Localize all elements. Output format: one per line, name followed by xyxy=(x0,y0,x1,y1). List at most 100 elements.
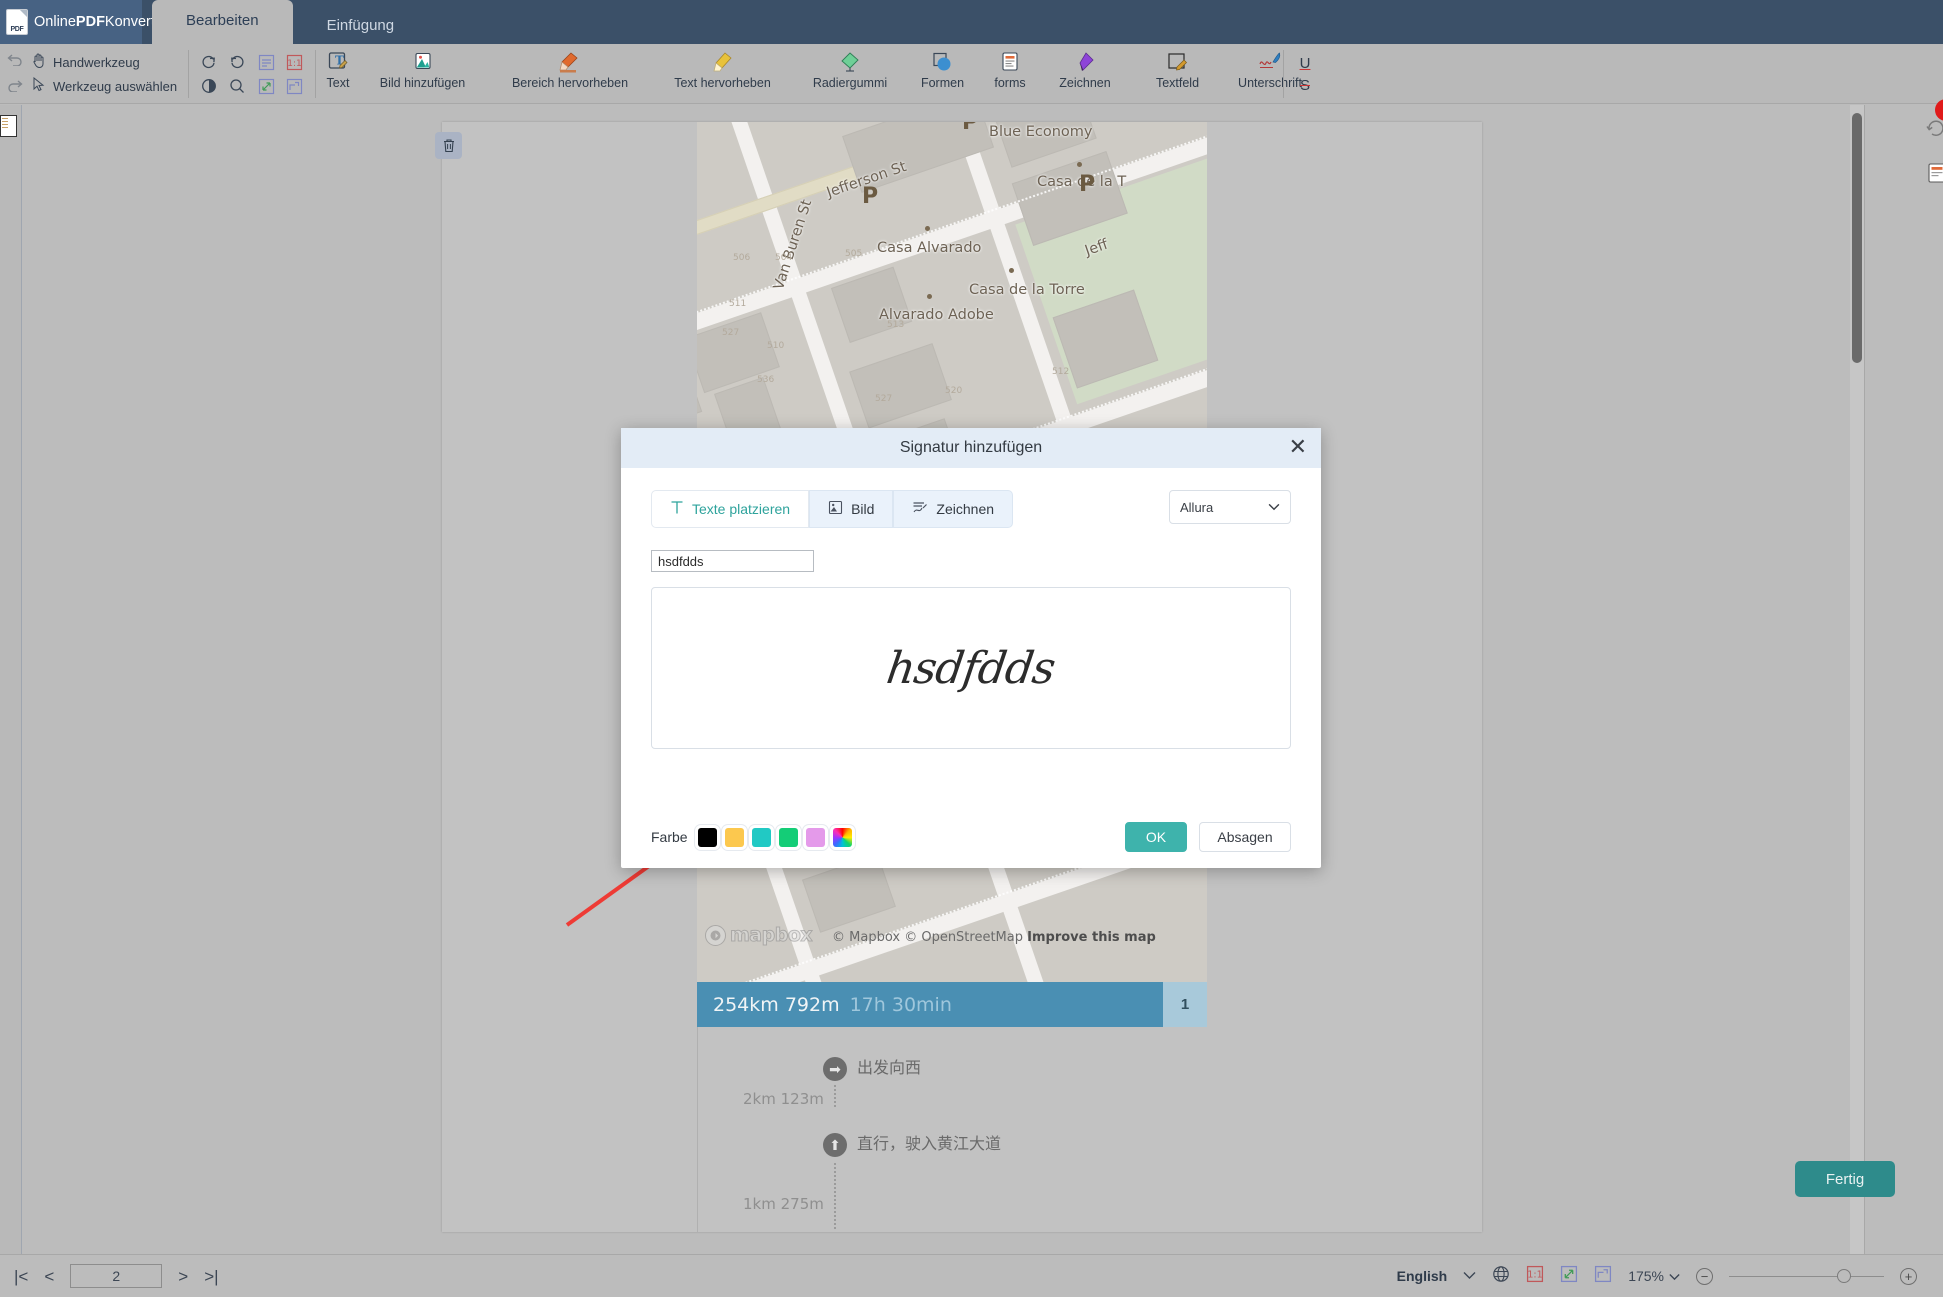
underline-button[interactable]: U xyxy=(1300,56,1311,71)
signature-preview-canvas[interactable]: hsdfdds xyxy=(651,587,1291,749)
tool-area-highlight[interactable]: Bereich hervorheben xyxy=(490,48,650,90)
color-swatch-green[interactable] xyxy=(778,827,798,847)
tab-draw[interactable]: Zeichnen xyxy=(893,490,1014,528)
mapbox-circle-icon xyxy=(705,924,726,946)
plus-icon[interactable]: + xyxy=(1900,1267,1917,1285)
text-edit-icon: T xyxy=(326,48,350,74)
tool-eraser[interactable]: Radiergummi xyxy=(795,48,905,90)
zoom-slider[interactable] xyxy=(1729,1268,1884,1283)
tab-place-text[interactable]: Texte platzieren xyxy=(651,490,810,528)
straight-arrow-icon: ⬆ xyxy=(823,1133,847,1157)
tab-einfuegung[interactable]: Einfügung xyxy=(293,8,429,44)
hand-select-tool-group: Handwerkzeug Werkzeug auswählen xyxy=(32,50,182,98)
cursor-arrow-icon xyxy=(32,76,46,95)
improve-map-link[interactable]: Improve this map xyxy=(1027,930,1156,945)
close-icon[interactable]: ✕ xyxy=(1289,437,1307,459)
mapbox-wordmark: mapbox xyxy=(729,924,813,947)
color-swatch-pink[interactable] xyxy=(805,827,825,847)
dialog-body: Texte platzieren Bild Zeichnen Allura hs… xyxy=(621,468,1321,749)
magnifier-icon[interactable] xyxy=(227,76,247,96)
map-parking-mark: P xyxy=(1079,172,1096,197)
tool-shapes[interactable]: Formen xyxy=(905,48,980,90)
first-page-icon[interactable]: |< xyxy=(14,1268,28,1285)
dialog-title: Signatur hinzufügen xyxy=(899,439,1043,456)
tool-draw[interactable]: Zeichnen xyxy=(1040,48,1130,90)
page-number-input[interactable] xyxy=(70,1264,163,1288)
crop-icon[interactable] xyxy=(1594,1265,1612,1288)
route-step-text: 直行，驶入黄江大道 xyxy=(857,1134,1002,1153)
map-building-number: 527 xyxy=(722,328,740,338)
chevron-down-icon xyxy=(1268,500,1280,514)
color-swatch-custom-picker[interactable] xyxy=(832,827,852,847)
route-badge: 1 xyxy=(1163,982,1207,1027)
tool-label: Bereich hervorheben xyxy=(511,76,629,90)
next-page-icon[interactable]: > xyxy=(178,1268,188,1285)
fit-page-expand-icon[interactable] xyxy=(1560,1265,1578,1288)
tool-add-image[interactable]: Bild hinzufügen xyxy=(360,48,485,90)
add-image-icon xyxy=(411,48,435,74)
done-button[interactable]: Fertig xyxy=(1795,1161,1895,1197)
rotate-right-icon[interactable] xyxy=(227,52,247,72)
tool-forms[interactable]: forms xyxy=(975,48,1045,90)
color-swatch-yellow[interactable] xyxy=(724,827,744,847)
fit-page-expand-icon[interactable] xyxy=(256,76,276,96)
ok-button[interactable]: OK xyxy=(1125,822,1187,852)
strikethrough-button[interactable]: S xyxy=(1300,78,1310,93)
trash-icon[interactable] xyxy=(435,132,462,159)
color-swatch-black[interactable] xyxy=(697,827,717,847)
zoom-level-control[interactable]: 175% xyxy=(1628,1268,1680,1284)
fit-width-icon[interactable] xyxy=(256,52,276,72)
signature-name-input[interactable] xyxy=(651,550,814,572)
tab-label: Texte platzieren xyxy=(692,501,791,517)
pdf-file-icon xyxy=(6,9,28,35)
tool-text-highlight[interactable]: Text hervorheben xyxy=(655,48,790,90)
redo-icon[interactable] xyxy=(7,78,23,97)
select-tool-button[interactable]: Werkzeug auswählen xyxy=(32,76,182,95)
forms-panel-icon[interactable] xyxy=(1915,153,1943,193)
crop-icon[interactable] xyxy=(284,76,304,96)
map-label: Casa de la Torre xyxy=(969,282,1085,298)
mapbox-logo[interactable]: mapbox xyxy=(705,924,813,947)
font-select[interactable]: Allura xyxy=(1169,490,1291,524)
scrollbar-thumb[interactable] xyxy=(1852,113,1862,363)
last-page-icon[interactable]: >| xyxy=(204,1268,218,1285)
tab-bearbeiten[interactable]: Bearbeiten xyxy=(152,0,293,44)
undo-icon[interactable] xyxy=(7,52,23,71)
application-window: OnlinePDFKonverter Bearbeiten Einfügung xyxy=(0,0,1943,1297)
prev-page-icon[interactable]: < xyxy=(44,1268,54,1285)
map-building-number: 506 xyxy=(733,253,751,263)
actual-size-1to1-icon[interactable]: 1:1 xyxy=(284,52,304,72)
zoom-slider-track xyxy=(1729,1268,1884,1283)
cancel-button[interactable]: Absagen xyxy=(1199,822,1291,852)
tool-text[interactable]: T Text xyxy=(312,48,364,90)
tool-textfield[interactable]: Textfeld xyxy=(1135,48,1220,90)
color-swatch-teal[interactable] xyxy=(751,827,771,847)
chevron-down-icon[interactable] xyxy=(1463,1267,1476,1285)
vertical-scrollbar[interactable] xyxy=(1850,105,1864,1254)
route-summary-bar: 254km 792m 17h 30min 1 xyxy=(697,982,1207,1027)
rotate-badge-icon[interactable]: 0 xyxy=(1915,99,1943,147)
tool-label: Bild hinzufügen xyxy=(379,76,466,90)
tool-label: Formen xyxy=(920,76,965,90)
undo-redo-group xyxy=(2,48,28,100)
contrast-icon[interactable] xyxy=(199,76,219,96)
map-building-number: 513 xyxy=(887,320,905,330)
turn-right-icon: ➡ xyxy=(823,1057,847,1081)
textbox-icon xyxy=(1165,48,1191,74)
page-thumbnail[interactable] xyxy=(0,115,17,137)
area-highlight-icon xyxy=(557,48,583,74)
language-label[interactable]: English xyxy=(1397,1268,1448,1284)
tab-image[interactable]: Bild xyxy=(809,490,894,528)
route-steps-list: ➡ 出发向西 2km 123m ⬆ 直行，驶入黄江大道 1km 275m xyxy=(697,1027,1207,1232)
minus-icon[interactable]: − xyxy=(1696,1267,1713,1285)
globe-icon[interactable] xyxy=(1492,1265,1510,1288)
map-building-number: 511 xyxy=(729,299,747,309)
route-distance: 254km 792m xyxy=(713,993,840,1016)
color-label: Farbe xyxy=(651,829,688,845)
rotate-left-icon[interactable] xyxy=(199,52,219,72)
actual-size-1to1-icon[interactable]: 1:1 xyxy=(1526,1265,1544,1288)
zoom-slider-knob[interactable] xyxy=(1837,1268,1851,1283)
hand-tool-button[interactable]: Handwerkzeug xyxy=(32,53,182,71)
tab-label: Bild xyxy=(851,501,875,517)
draw-pen-icon xyxy=(1072,48,1098,74)
